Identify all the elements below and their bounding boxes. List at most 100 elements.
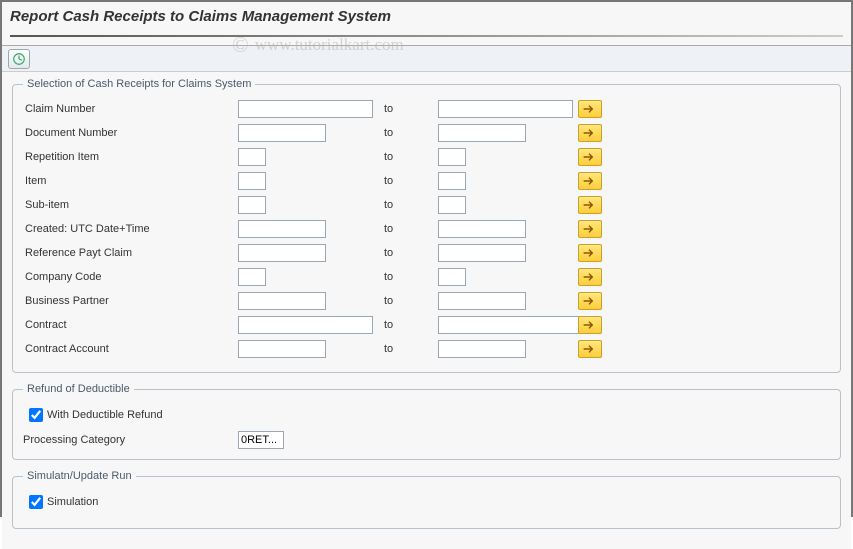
document-number-from-input[interactable] xyxy=(238,124,326,142)
label-item: Item xyxy=(23,175,238,187)
row-sub-item: Sub-item to xyxy=(23,194,830,216)
row-claim-number: Claim Number to xyxy=(23,98,830,120)
contract-account-to-input[interactable] xyxy=(438,340,526,358)
row-item: Item to xyxy=(23,170,830,192)
row-business-partner: Business Partner to xyxy=(23,290,830,312)
arrow-right-icon xyxy=(583,200,597,210)
group-simulation-legend: Simulatn/Update Run xyxy=(23,470,136,482)
to-label: to xyxy=(378,223,438,235)
clock-execute-icon xyxy=(12,52,26,66)
simulation-label: Simulation xyxy=(47,496,98,508)
row-reference-payt-claim: Reference Payt Claim to xyxy=(23,242,830,264)
label-reference-payt-claim: Reference Payt Claim xyxy=(23,247,238,259)
sub-item-from-input[interactable] xyxy=(238,196,266,214)
created-utc-multiselect-button[interactable] xyxy=(578,220,602,238)
group-selection-criteria: Selection of Cash Receipts for Claims Sy… xyxy=(12,78,841,373)
reference-payt-from-input[interactable] xyxy=(238,244,326,262)
group-refund-legend: Refund of Deductible xyxy=(23,383,134,395)
label-business-partner: Business Partner xyxy=(23,295,238,307)
group-selection-legend: Selection of Cash Receipts for Claims Sy… xyxy=(23,78,255,90)
arrow-right-icon xyxy=(583,128,597,138)
row-document-number: Document Number to xyxy=(23,122,830,144)
repetition-item-to-input[interactable] xyxy=(438,148,466,166)
arrow-right-icon xyxy=(583,104,597,114)
to-label: to xyxy=(378,295,438,307)
label-contract: Contract xyxy=(23,319,238,331)
row-processing-category: Processing Category xyxy=(23,431,830,449)
to-label: to xyxy=(378,199,438,211)
item-to-input[interactable] xyxy=(438,172,466,190)
to-label: to xyxy=(378,319,438,331)
to-label: to xyxy=(378,103,438,115)
simulation-checkbox[interactable] xyxy=(29,495,43,509)
to-label: to xyxy=(378,247,438,259)
claim-number-to-input[interactable] xyxy=(438,100,573,118)
created-utc-to-input[interactable] xyxy=(438,220,526,238)
processing-category-input[interactable] xyxy=(238,431,284,449)
company-code-from-input[interactable] xyxy=(238,268,266,286)
document-number-to-input[interactable] xyxy=(438,124,526,142)
row-contract: Contract to xyxy=(23,314,830,336)
sub-item-multiselect-button[interactable] xyxy=(578,196,602,214)
row-contract-account: Contract Account to xyxy=(23,338,830,360)
label-company-code: Company Code xyxy=(23,271,238,283)
arrow-right-icon xyxy=(583,224,597,234)
row-with-deductible-refund: With Deductible Refund xyxy=(25,405,830,425)
sap-window: Report Cash Receipts to Claims Managemen… xyxy=(0,0,853,517)
group-simulation-update-run: Simulatn/Update Run Simulation xyxy=(12,470,841,529)
arrow-right-icon xyxy=(583,152,597,162)
label-sub-item: Sub-item xyxy=(23,199,238,211)
to-label: to xyxy=(378,127,438,139)
group-refund-deductible: Refund of Deductible With Deductible Ref… xyxy=(12,383,841,460)
document-number-multiselect-button[interactable] xyxy=(578,124,602,142)
contract-account-from-input[interactable] xyxy=(238,340,326,358)
created-utc-from-input[interactable] xyxy=(238,220,326,238)
claim-number-multiselect-button[interactable] xyxy=(578,100,602,118)
arrow-right-icon xyxy=(583,272,597,282)
page-title: Report Cash Receipts to Claims Managemen… xyxy=(10,8,843,25)
contract-multiselect-button[interactable] xyxy=(578,316,602,334)
toolbar xyxy=(2,46,851,72)
label-claim-number: Claim Number xyxy=(23,103,238,115)
row-simulation: Simulation xyxy=(25,492,830,512)
label-document-number: Document Number xyxy=(23,127,238,139)
reference-payt-to-input[interactable] xyxy=(438,244,526,262)
execute-button[interactable] xyxy=(8,49,30,69)
arrow-right-icon xyxy=(583,296,597,306)
contract-account-multiselect-button[interactable] xyxy=(578,340,602,358)
row-created-utc: Created: UTC Date+Time to xyxy=(23,218,830,240)
arrow-right-icon xyxy=(583,248,597,258)
row-company-code: Company Code to xyxy=(23,266,830,288)
label-repetition-item: Repetition Item xyxy=(23,151,238,163)
to-label: to xyxy=(378,175,438,187)
repetition-item-from-input[interactable] xyxy=(238,148,266,166)
business-partner-from-input[interactable] xyxy=(238,292,326,310)
company-code-to-input[interactable] xyxy=(438,268,466,286)
sub-item-to-input[interactable] xyxy=(438,196,466,214)
contract-from-input[interactable] xyxy=(238,316,373,334)
to-label: to xyxy=(378,271,438,283)
to-label: to xyxy=(378,151,438,163)
label-processing-category: Processing Category xyxy=(23,434,238,446)
company-code-multiselect-button[interactable] xyxy=(578,268,602,286)
business-partner-to-input[interactable] xyxy=(438,292,526,310)
title-underline xyxy=(10,35,843,37)
reference-payt-multiselect-button[interactable] xyxy=(578,244,602,262)
claim-number-from-input[interactable] xyxy=(238,100,373,118)
item-multiselect-button[interactable] xyxy=(578,172,602,190)
arrow-right-icon xyxy=(583,176,597,186)
row-repetition-item: Repetition Item to xyxy=(23,146,830,168)
label-created-utc: Created: UTC Date+Time xyxy=(23,223,238,235)
with-deductible-refund-label: With Deductible Refund xyxy=(47,409,163,421)
repetition-item-multiselect-button[interactable] xyxy=(578,148,602,166)
item-from-input[interactable] xyxy=(238,172,266,190)
label-contract-account: Contract Account xyxy=(23,343,238,355)
body: Selection of Cash Receipts for Claims Sy… xyxy=(2,72,851,549)
business-partner-multiselect-button[interactable] xyxy=(578,292,602,310)
to-label: to xyxy=(378,343,438,355)
with-deductible-refund-checkbox[interactable] xyxy=(29,408,43,422)
contract-to-input[interactable] xyxy=(438,316,586,334)
header-bar: Report Cash Receipts to Claims Managemen… xyxy=(2,2,851,46)
arrow-right-icon xyxy=(583,344,597,354)
arrow-right-icon xyxy=(583,320,597,330)
